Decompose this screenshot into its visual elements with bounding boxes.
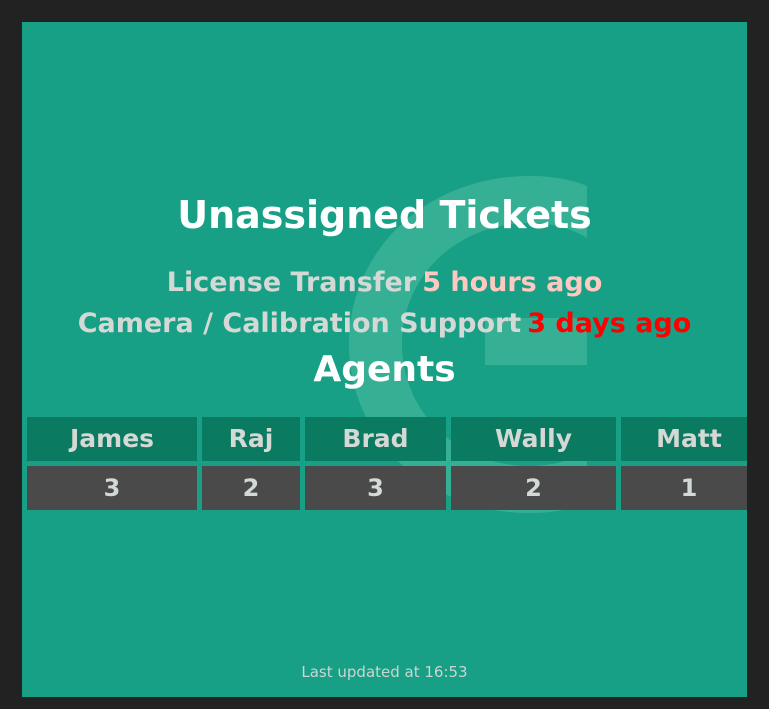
table-row: 3 2 3 2 1 [27,466,747,510]
agent-name-wally: Wally [451,417,616,461]
agent-name-raj: Raj [202,417,300,461]
ticket-subject: License Transfer [166,267,417,298]
agents-table: James Raj Brad Wally Matt 3 2 3 2 1 [27,417,747,510]
agent-count-matt: 1 [621,466,747,510]
agent-count-raj: 2 [202,466,300,510]
agent-name-matt: Matt [621,417,747,461]
dashboard-panel: Unassigned Tickets License Transfer 5 hou… [22,22,747,697]
ticket-age-badge: 3 days ago [527,308,692,339]
agent-count-brad: 3 [305,466,446,510]
agent-name-brad: Brad [305,417,446,461]
ticket-subject: Camera / Calibration Support [77,308,522,339]
list-item[interactable]: Camera / Calibration Support 3 days ago [22,303,747,344]
panel-content: Unassigned Tickets License Transfer 5 hou… [22,22,747,697]
agent-count-james: 3 [27,466,197,510]
unassigned-ticket-list: License Transfer 5 hours ago Camera / Cal… [22,262,747,344]
agent-count-wally: 2 [451,466,616,510]
ticket-age-badge: 5 hours ago [422,267,603,298]
list-item[interactable]: License Transfer 5 hours ago [22,262,747,303]
page-title: Unassigned Tickets [177,193,592,237]
table-row-header: James Raj Brad Wally Matt [27,417,747,461]
agent-name-james: James [27,417,197,461]
agents-section-heading: Agents [313,349,456,390]
last-updated-timestamp: Last updated at 16:53 [301,663,468,681]
dashboard-frame: Unassigned Tickets License Transfer 5 hou… [0,0,769,709]
